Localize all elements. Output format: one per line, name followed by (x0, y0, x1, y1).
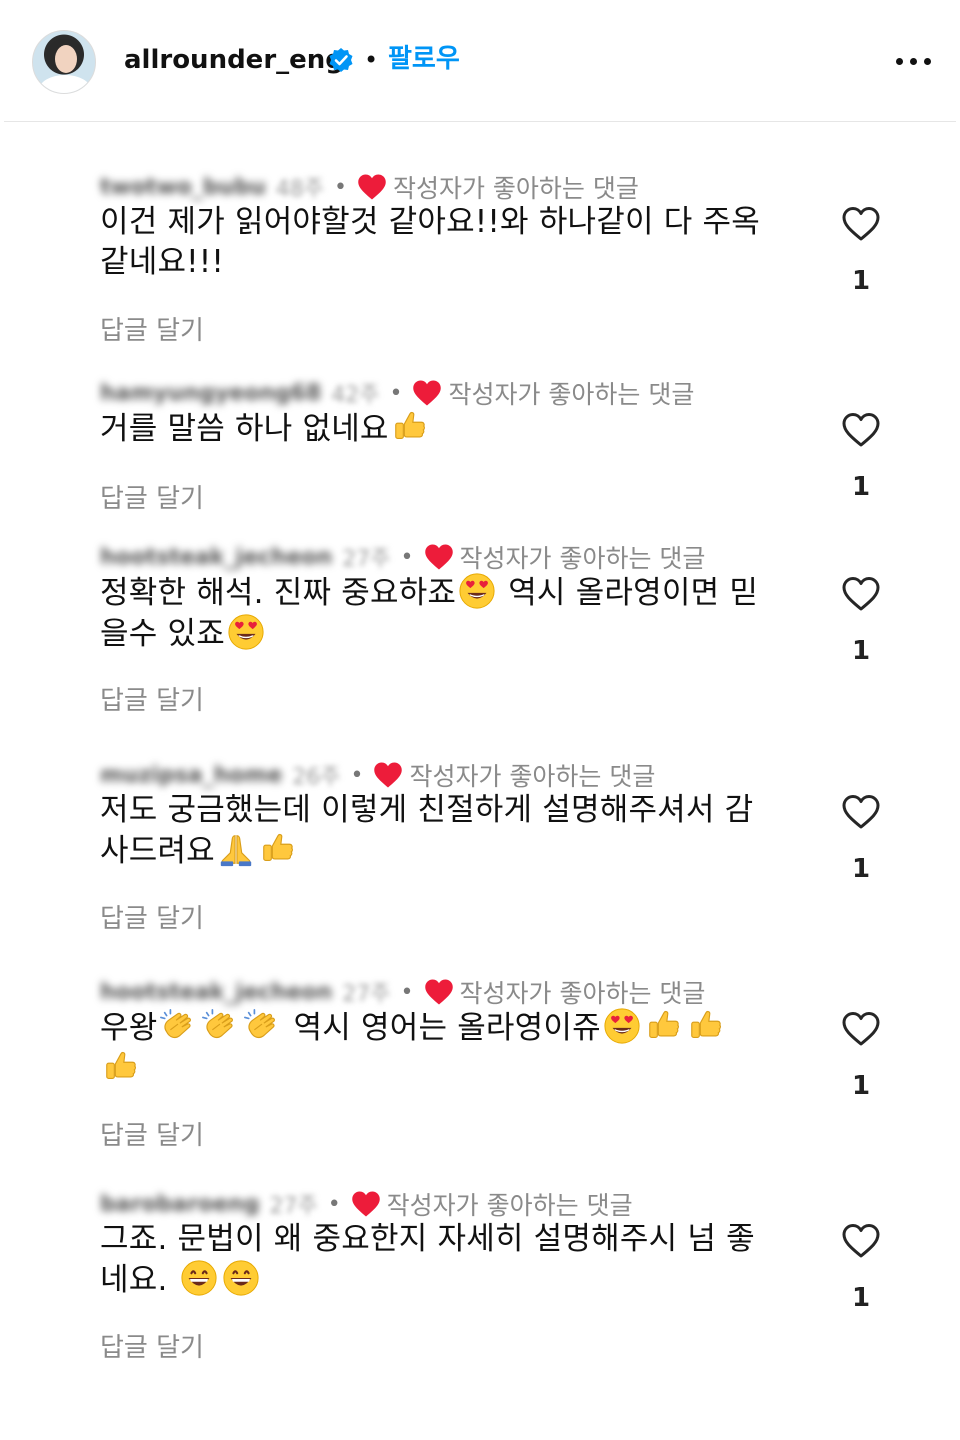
more-options-icon[interactable] (896, 58, 932, 68)
profile-avatar[interactable] (32, 30, 96, 94)
liked-by-author-label: 작성자가 좋아하는 댓글 (448, 380, 695, 409)
like-count[interactable]: 1 (840, 266, 882, 296)
comment-text-part: 사드려요 (100, 833, 215, 869)
heart-outline-icon[interactable] (840, 792, 882, 832)
red-heart-icon (373, 761, 403, 789)
folded-hands-emoji (217, 830, 255, 868)
thumbs-up-emoji (687, 1007, 725, 1045)
thumbs-up-emoji (259, 830, 297, 868)
clapping-hands-emoji (159, 1007, 197, 1045)
heart-outline-icon[interactable] (840, 1009, 882, 1049)
heart-eyes-emoji (603, 1007, 641, 1045)
comment-text-part: 역시 올라영이면 믿 (498, 575, 759, 611)
like-count[interactable]: 1 (840, 854, 882, 884)
liked-by-author-label: 작성자가 좋아하는 댓글 (459, 544, 706, 573)
meta-separator: • (327, 1191, 341, 1217)
comment-time: 27주 (342, 982, 391, 1007)
comment-author[interactable]: hamyungyeong68 (100, 381, 321, 406)
comment-text: 거를 말씀 하나 없네요 (100, 408, 800, 449)
post-header: allrounder_eng • 팔로우 (0, 0, 960, 122)
comment-time: 48주 (275, 177, 324, 202)
comment-time: 27주 (269, 1194, 318, 1219)
comment-meta: barobaroeng 27주 • 작성자가 좋아하는 댓글 (100, 1189, 633, 1220)
avatar-face (55, 45, 77, 73)
comment-text-part: 역시 영어는 올라영이쥬 (283, 1010, 601, 1046)
profile-username[interactable]: allrounder_eng (124, 44, 344, 76)
comment-text: 저도 궁금했는데 이렇게 친절하게 설명해주셔서 감 사드려요 (100, 790, 800, 871)
reply-button[interactable]: 답글 달기 (100, 314, 204, 348)
heart-outline-icon[interactable] (840, 204, 882, 244)
comment-author[interactable]: hootsteak_jecheon (100, 545, 332, 570)
reply-button[interactable]: 답글 달기 (100, 482, 204, 516)
comment-time: 42주 (331, 383, 380, 408)
comment-author[interactable]: muzipsa_home (100, 763, 282, 788)
comment-text-part: 그죠. 문법이 왜 중요한지 자세히 설명해주시 넘 좋 (100, 1221, 755, 1257)
comment-author[interactable]: hootsteak_jecheon (100, 980, 332, 1005)
comment-text-part: 우왕 (100, 1010, 158, 1046)
clapping-hands-emoji (243, 1007, 281, 1045)
thumbs-up-emoji (391, 408, 429, 446)
liked-by-author-label: 작성자가 좋아하는 댓글 (459, 979, 706, 1008)
reply-button[interactable]: 답글 달기 (100, 1119, 204, 1153)
comment-text-part: 거를 말씀 하나 없네요 (100, 411, 389, 447)
comment-text: 그죠. 문법이 왜 중요한지 자세히 설명해주시 넘 좋 네요. (100, 1219, 800, 1300)
comment-meta: hootsteak_jecheon 27주 • 작성자가 좋아하는 댓글 (100, 977, 706, 1008)
heart-eyes-emoji (458, 572, 496, 610)
comment-text: 정확한 해석. 진짜 중요하죠 역시 올라영이면 믿 을수 있죠 (100, 572, 800, 654)
grinning-emoji (222, 1259, 260, 1297)
comment-time: 27주 (342, 547, 391, 572)
comment-text-part: 을수 있죠 (100, 616, 225, 652)
meta-separator: • (400, 544, 414, 570)
like-count[interactable]: 1 (840, 472, 882, 502)
comment-meta: twotwo_bubu 48주 • 작성자가 좋아하는 댓글 (100, 172, 639, 203)
red-heart-icon (412, 379, 442, 407)
meta-separator: • (350, 762, 364, 788)
comment-meta: hootsteak_jecheon 27주 • 작성자가 좋아하는 댓글 (100, 542, 706, 573)
comment-time: 26주 (292, 765, 341, 790)
verified-badge-icon (329, 48, 353, 72)
heart-outline-icon[interactable] (840, 410, 882, 450)
heart-outline-icon[interactable] (840, 574, 882, 614)
grinning-emoji (180, 1259, 218, 1297)
comment-meta: muzipsa_home 26주 • 작성자가 좋아하는 댓글 (100, 760, 656, 791)
comment-text-part: 네요. (100, 1262, 178, 1298)
comment-text-part: 같네요!!! (100, 244, 225, 280)
comment-text: 이건 제가 읽어야할것 같아요!!와 하나같이 다 주옥 같네요!!! (100, 202, 800, 282)
heart-outline-icon[interactable] (840, 1221, 882, 1261)
thumbs-up-emoji (102, 1048, 140, 1086)
thumbs-up-emoji (645, 1007, 683, 1045)
comment-text-part: 저도 궁금했는데 이렇게 친절하게 설명해주셔서 감 (100, 792, 754, 828)
header-separator: • (364, 46, 379, 74)
red-heart-icon (424, 543, 454, 571)
follow-button[interactable]: 팔로우 (388, 42, 460, 76)
comment-meta: hamyungyeong68 42주 • 작성자가 좋아하는 댓글 (100, 378, 695, 409)
meta-separator: • (389, 380, 403, 406)
reply-button[interactable]: 답글 달기 (100, 902, 204, 936)
liked-by-author-label: 작성자가 좋아하는 댓글 (392, 174, 639, 203)
meta-separator: • (400, 979, 414, 1005)
clapping-hands-emoji (201, 1007, 239, 1045)
liked-by-author-label: 작성자가 좋아하는 댓글 (386, 1191, 633, 1220)
comment-author[interactable]: barobaroeng (100, 1192, 259, 1217)
red-heart-icon (351, 1190, 381, 1218)
avatar-shirt (39, 75, 91, 93)
like-count[interactable]: 1 (840, 1071, 882, 1101)
header-divider (4, 121, 956, 122)
reply-button[interactable]: 답글 달기 (100, 684, 204, 718)
heart-eyes-emoji (227, 613, 265, 651)
liked-by-author-label: 작성자가 좋아하는 댓글 (409, 762, 656, 791)
meta-separator: • (333, 174, 347, 200)
comment-text: 우왕 역시 영어는 올라영이쥬 (100, 1007, 800, 1089)
like-count[interactable]: 1 (840, 636, 882, 666)
comment-text-part: 정확한 해석. 진짜 중요하죠 (100, 575, 457, 611)
comment-author[interactable]: twotwo_bubu (100, 175, 266, 200)
comment-text-part: 이건 제가 읽어야할것 같아요!!와 하나같이 다 주옥 (100, 204, 760, 240)
red-heart-icon (424, 978, 454, 1006)
reply-button[interactable]: 답글 달기 (100, 1331, 204, 1365)
red-heart-icon (357, 173, 387, 201)
like-count[interactable]: 1 (840, 1283, 882, 1313)
